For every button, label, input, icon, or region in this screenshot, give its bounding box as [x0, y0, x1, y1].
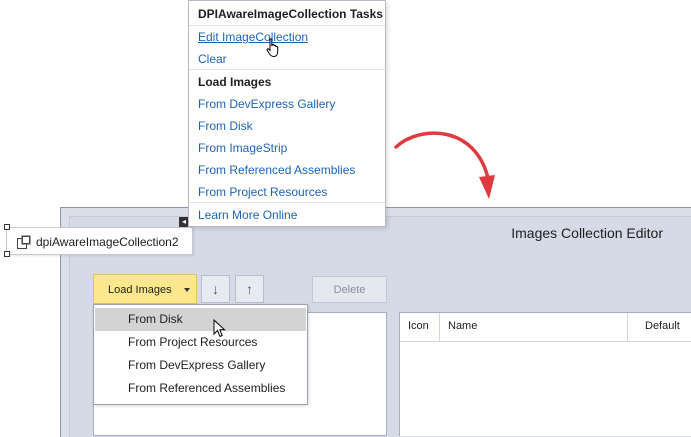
tasks-divider: [189, 25, 385, 26]
tasks-title: DPIAwareImageCollection Tasks: [198, 7, 383, 21]
tasks-link-from-disk[interactable]: From Disk: [198, 119, 253, 133]
selection-handle: [4, 224, 10, 230]
load-images-dropdown: From Disk From Project Resources From De…: [93, 304, 308, 405]
component-name: dpiAwareImageCollection2: [36, 235, 179, 249]
grid-header: Icon Name Default: [400, 313, 691, 342]
editor-title: Images Collection Editor: [511, 225, 663, 241]
tasks-link-from-project-resources[interactable]: From Project Resources: [198, 185, 327, 199]
grid-column-default[interactable]: Default: [628, 313, 691, 341]
image-grid[interactable]: Icon Name Default: [399, 312, 691, 436]
image-collection-icon: [17, 235, 31, 249]
chevron-down-icon: [184, 288, 190, 292]
move-down-button[interactable]: ↓: [201, 275, 230, 303]
dropdown-item-from-project-resources[interactable]: From Project Resources: [95, 331, 306, 354]
grid-column-icon[interactable]: Icon: [400, 313, 440, 341]
tasks-link-from-devexpress-gallery[interactable]: From DevExpress Gallery: [198, 97, 335, 111]
tasks-link-from-imagestrip[interactable]: From ImageStrip: [198, 141, 287, 155]
dropdown-item-from-referenced-assemblies[interactable]: From Referenced Assemblies: [95, 377, 306, 400]
tasks-divider: [189, 202, 385, 203]
curved-arrow-icon: [394, 131, 495, 199]
hand-pointer-cursor-icon: [266, 38, 279, 58]
component-tray-item[interactable]: dpiAwareImageCollection2: [6, 227, 193, 255]
load-images-header: Load Images: [198, 75, 272, 89]
load-images-button[interactable]: Load Images: [93, 274, 197, 304]
dropdown-item-from-devexpress-gallery[interactable]: From DevExpress Gallery: [95, 354, 306, 377]
smart-tag-tasks-panel: DPIAwareImageCollection Tasks Edit Image…: [188, 0, 386, 227]
tasks-divider: [189, 69, 385, 70]
learn-more-online-link[interactable]: Learn More Online: [198, 208, 297, 222]
move-up-button[interactable]: ↑: [235, 275, 264, 303]
delete-button[interactable]: Delete: [312, 276, 387, 303]
tasks-link-from-referenced-assemblies[interactable]: From Referenced Assemblies: [198, 163, 355, 177]
selection-handle: [4, 251, 10, 257]
clear-link[interactable]: Clear: [198, 52, 227, 66]
arrow-cursor-icon: [213, 319, 226, 338]
load-images-label: Load Images: [108, 284, 172, 296]
grid-column-name[interactable]: Name: [440, 313, 628, 341]
edit-imagecollection-link[interactable]: Edit ImageCollection: [198, 30, 308, 44]
dropdown-item-from-disk[interactable]: From Disk: [95, 308, 306, 331]
